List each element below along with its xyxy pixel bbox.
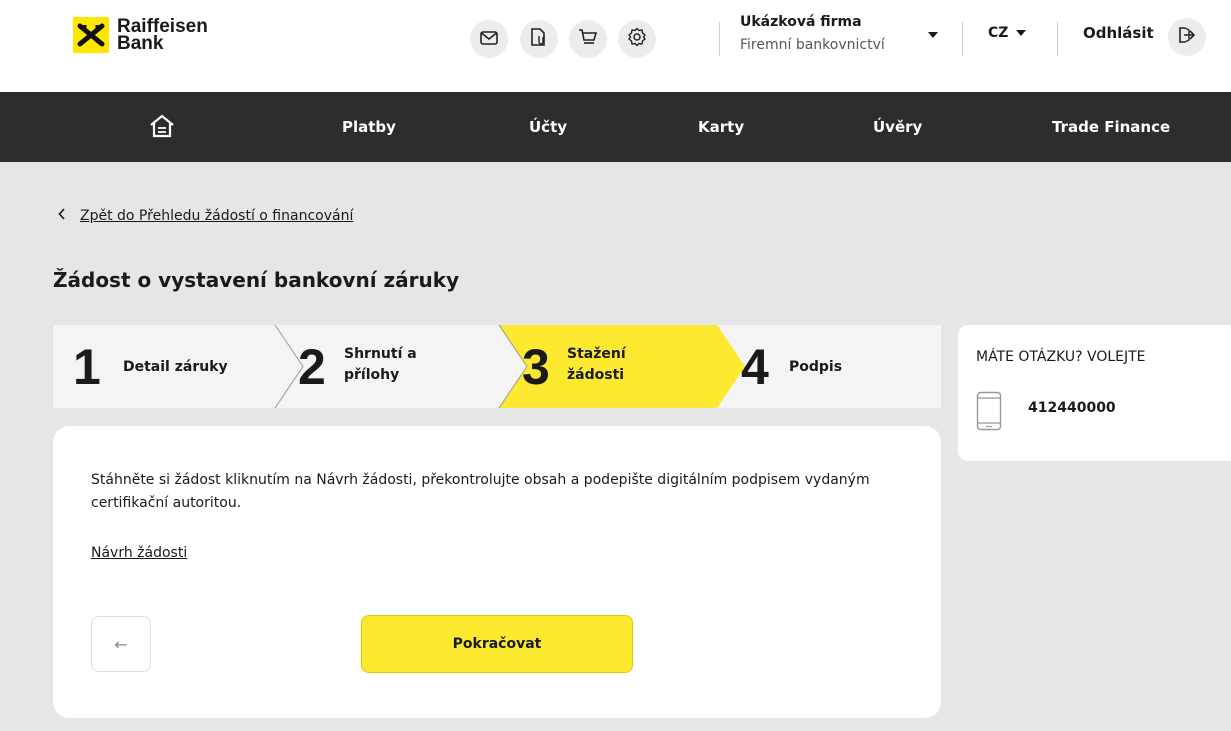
language-selector[interactable]: CZ <box>988 25 1027 41</box>
mail-icon <box>480 30 498 49</box>
documents-button[interactable] <box>520 20 558 58</box>
header-divider <box>719 22 720 56</box>
main-navigation: Platby Účty Karty Úvěry Trade Finance <box>0 92 1231 162</box>
nav-item-platby[interactable]: Platby <box>342 92 396 162</box>
top-bar: Raiffeisen Bank Ukázková firma Firemní b… <box>0 0 1231 92</box>
cart-icon <box>578 28 598 50</box>
help-title: MÁTE OTÁZKU? VOLEJTE <box>976 349 1146 365</box>
header-divider <box>1057 22 1058 56</box>
mail-button[interactable] <box>470 20 508 58</box>
nav-item-karty[interactable]: Karty <box>698 92 744 162</box>
step-1-label: Detail záruky <box>123 359 228 375</box>
header-divider <box>962 22 963 56</box>
page-title: Žádost o vystavení bankovní záruky <box>53 268 460 292</box>
step-2-number: 2 <box>298 339 326 395</box>
step-4-label: Podpis <box>789 359 843 375</box>
language-caret-icon <box>1016 30 1027 36</box>
step-1-number: 1 <box>73 339 101 395</box>
step-3-label-line-1: Stažení <box>567 346 626 362</box>
company-subtitle: Firemní bankovnictví <box>740 37 885 53</box>
settings-icon <box>627 27 647 51</box>
step-3-label-line-2: žádosti <box>567 367 625 383</box>
company-selector[interactable]: Ukázková firma Firemní bankovnictví <box>740 13 885 55</box>
back-link-text: Zpět do Přehledu žádostí o financování <box>80 208 354 224</box>
instruction-text: Stáhněte si žádost kliknutím na Návrh žá… <box>91 472 870 511</box>
step-2-label-line-2: přílohy <box>344 367 400 383</box>
document-clip-icon <box>530 27 548 51</box>
home-icon <box>148 114 176 144</box>
logout-button[interactable] <box>1168 18 1206 56</box>
cart-button[interactable] <box>569 20 607 58</box>
nav-item-ucty[interactable]: Účty <box>529 92 567 162</box>
continue-button-label: Pokračovat <box>452 636 542 652</box>
help-card: MÁTE OTÁZKU? VOLEJTE 412440000 <box>958 325 1231 461</box>
step-2-label-line-1: Shrnutí a <box>344 346 417 362</box>
logout-icon <box>1178 26 1196 48</box>
content-card: Stáhněte si žádost kliknutím na Návrh žá… <box>53 426 941 718</box>
chevron-left-icon <box>58 208 66 224</box>
step-3-number: 3 <box>522 339 550 395</box>
logo-cross-icon <box>73 17 109 53</box>
raiffeisen-logo[interactable]: Raiffeisen Bank <box>73 17 208 53</box>
help-phone-number[interactable]: 412440000 <box>1028 400 1116 416</box>
previous-step-button[interactable]: ← <box>91 616 151 672</box>
step-4-number: 4 <box>741 339 769 395</box>
language-label: CZ <box>988 25 1009 41</box>
continue-button[interactable]: Pokračovat <box>361 615 633 673</box>
back-to-overview-link[interactable]: Zpět do Přehledu žádostí o financování <box>58 208 353 224</box>
company-caret-icon[interactable] <box>928 32 938 38</box>
company-name: Ukázková firma <box>740 14 862 30</box>
nav-home[interactable] <box>148 112 176 144</box>
draft-request-link[interactable]: Návrh žádosti <box>91 545 187 561</box>
nav-item-uvery[interactable]: Úvěry <box>873 92 922 162</box>
nav-item-trade-finance[interactable]: Trade Finance <box>1052 92 1170 162</box>
logo-line-2: Bank <box>117 33 164 54</box>
arrow-left-icon: ← <box>114 634 128 654</box>
phone-icon <box>976 391 1002 435</box>
settings-button[interactable] <box>618 20 656 58</box>
logout-link[interactable]: Odhlásit <box>1083 24 1154 42</box>
progress-stepper: 1 Detail záruky 2 Shrnutí a přílohy 3 St… <box>53 325 941 408</box>
